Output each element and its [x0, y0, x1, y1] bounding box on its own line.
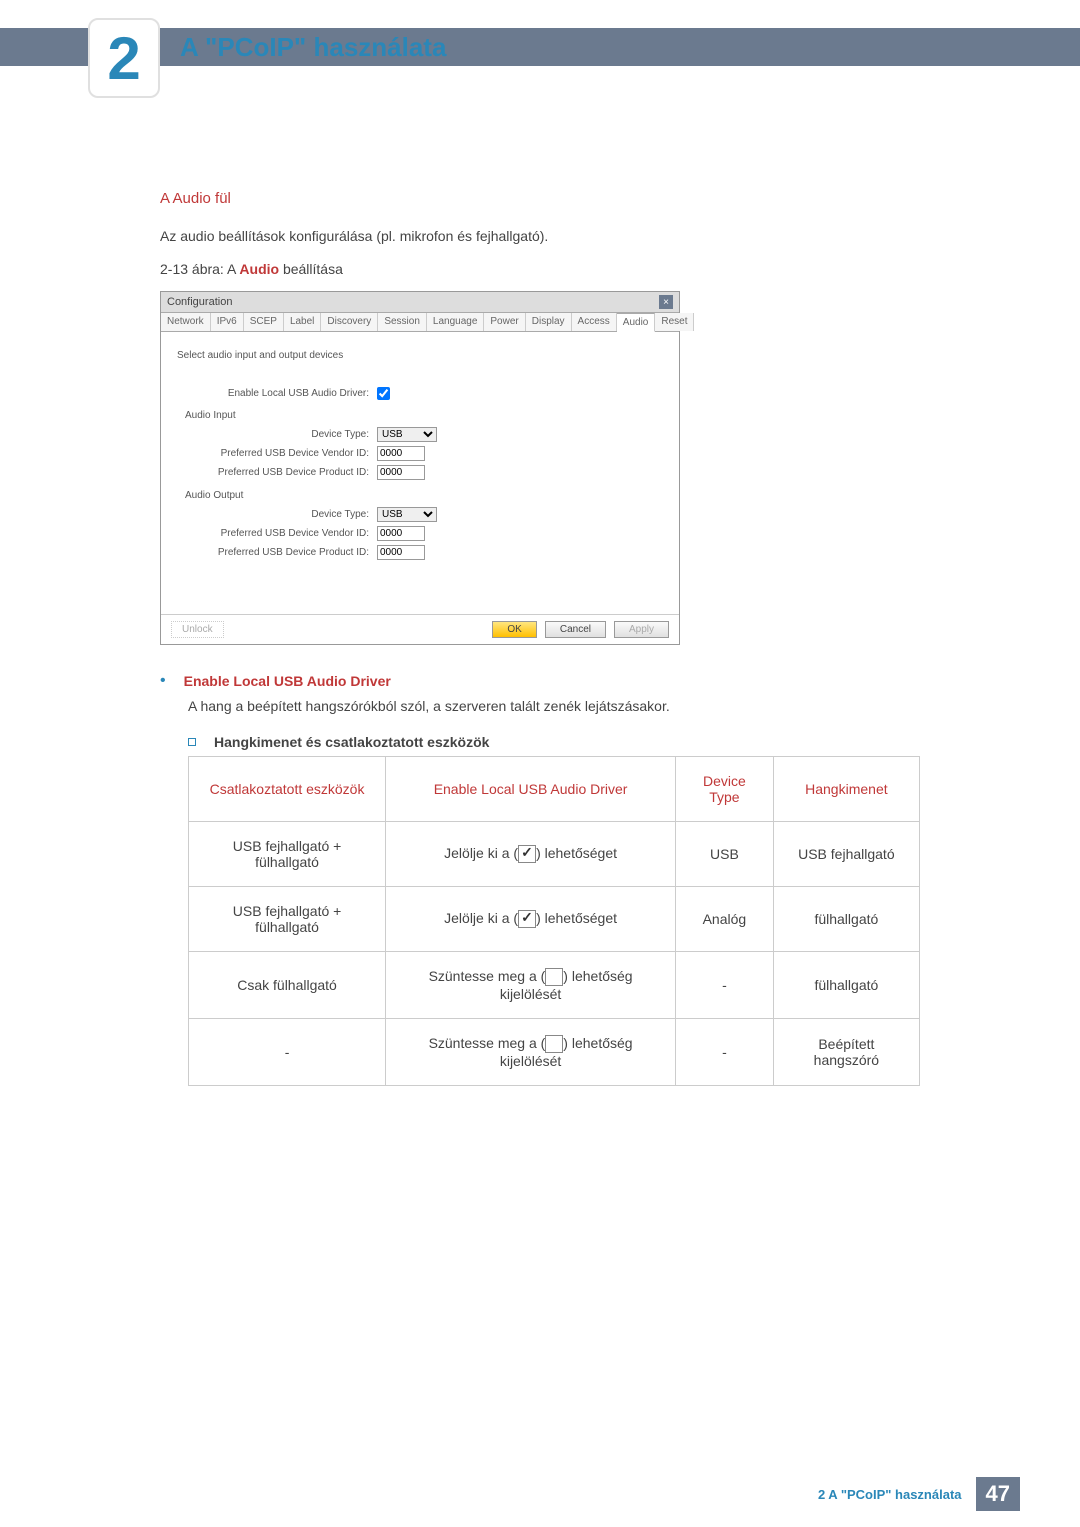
tab-access[interactable]: Access: [572, 313, 617, 331]
square-bullet-icon: [188, 738, 196, 746]
intro-text: Az audio beállítások konfigurálása (pl. …: [160, 225, 920, 247]
unlock-button[interactable]: Unlock: [171, 621, 224, 638]
figure-caption: 2-13 ábra: A Audio beállítása: [160, 261, 920, 277]
enable-local-usb-label: Enable Local USB Audio Driver:: [177, 388, 377, 399]
checkbox-unchecked-icon: [545, 968, 563, 986]
cell: USB fejhallgató + fülhallgató: [189, 821, 386, 886]
audio-input-heading: Audio Input: [185, 410, 663, 421]
input-device-type-select[interactable]: USB: [377, 427, 437, 442]
tab-reset[interactable]: Reset: [655, 313, 694, 331]
tab-scep[interactable]: SCEP: [244, 313, 284, 331]
caption-prefix: 2-13 ábra: A: [160, 261, 239, 277]
table-row: USB fejhallgató + fülhallgató Jelölje ki…: [189, 821, 920, 886]
output-device-type-label: Device Type:: [177, 509, 377, 520]
tab-discovery[interactable]: Discovery: [321, 313, 378, 331]
input-device-type-label: Device Type:: [177, 429, 377, 440]
close-icon[interactable]: ×: [659, 295, 673, 309]
output-device-type-select[interactable]: USB: [377, 507, 437, 522]
cell: USB: [676, 821, 774, 886]
checkbox-unchecked-icon: [545, 1035, 563, 1053]
apply-button[interactable]: Apply: [614, 621, 669, 638]
cell: fülhallgató: [773, 951, 919, 1018]
cell: USB fejhallgató + fülhallgató: [189, 886, 386, 951]
cell: Szüntesse meg a () lehetőség kijelölését: [386, 951, 676, 1018]
config-window: Configuration × Network IPv6 SCEP Label …: [160, 291, 680, 645]
cell: Szüntesse meg a () lehetőség kijelölését: [386, 1019, 676, 1086]
cancel-button[interactable]: Cancel: [545, 621, 606, 638]
checkbox-checked-icon: [518, 910, 536, 928]
output-vendor-id-field[interactable]: [377, 526, 425, 541]
chapter-header-bar: [0, 28, 1080, 66]
input-product-id-label: Preferred USB Device Product ID:: [177, 467, 377, 478]
output-product-id-field[interactable]: [377, 545, 425, 560]
cell: Jelölje ki a () lehetőséget: [386, 821, 676, 886]
tab-bar: Network IPv6 SCEP Label Discovery Sessio…: [161, 313, 679, 332]
footer-text: 2 A "PCoIP" használata: [818, 1487, 962, 1502]
enable-local-usb-checkbox[interactable]: [377, 387, 390, 400]
table-row: - Szüntesse meg a () lehetőség kijelölés…: [189, 1019, 920, 1086]
tab-ipv6[interactable]: IPv6: [211, 313, 244, 331]
cell: Beépített hangszóró: [773, 1019, 919, 1086]
checkbox-checked-icon: [518, 845, 536, 863]
caption-bold: Audio: [239, 261, 279, 277]
tab-language[interactable]: Language: [427, 313, 485, 331]
output-vendor-id-label: Preferred USB Device Vendor ID:: [177, 528, 377, 539]
cell: Analóg: [676, 886, 774, 951]
sub-item-title: Hangkimenet és csatlakoztatott eszközök: [214, 734, 489, 750]
page-number: 47: [976, 1477, 1020, 1511]
cell: Jelölje ki a () lehetőséget: [386, 886, 676, 951]
chapter-number: 2: [107, 24, 140, 93]
bullet-icon: •: [160, 673, 166, 689]
ok-button[interactable]: OK: [492, 621, 536, 638]
section-heading: A Audio fül: [160, 190, 920, 207]
select-devices-label: Select audio input and output devices: [177, 350, 663, 361]
tab-session[interactable]: Session: [378, 313, 427, 331]
tab-power[interactable]: Power: [484, 313, 525, 331]
cell: USB fejhallgató: [773, 821, 919, 886]
tab-audio[interactable]: Audio: [617, 313, 656, 332]
cell: -: [189, 1019, 386, 1086]
caption-suffix: beállítása: [279, 261, 343, 277]
cell: fülhallgató: [773, 886, 919, 951]
output-product-id-label: Preferred USB Device Product ID:: [177, 547, 377, 558]
cell: -: [676, 951, 774, 1018]
cell: -: [676, 1019, 774, 1086]
page-footer: 2 A "PCoIP" használata 47: [818, 1477, 1020, 1511]
device-table: Csatlakoztatott eszközök Enable Local US…: [188, 756, 920, 1087]
input-product-id-field[interactable]: [377, 465, 425, 480]
col-device-type: Device Type: [676, 756, 774, 821]
table-row: Csak fülhallgató Szüntesse meg a () lehe…: [189, 951, 920, 1018]
audio-output-heading: Audio Output: [185, 490, 663, 501]
enable-item-desc: A hang a beépített hangszórókból szól, a…: [188, 695, 920, 717]
table-header-row: Csatlakoztatott eszközök Enable Local US…: [189, 756, 920, 821]
tab-network[interactable]: Network: [161, 313, 211, 331]
col-connected: Csatlakoztatott eszközök: [189, 756, 386, 821]
input-vendor-id-label: Preferred USB Device Vendor ID:: [177, 448, 377, 459]
table-row: USB fejhallgató + fülhallgató Jelölje ki…: [189, 886, 920, 951]
col-output: Hangkimenet: [773, 756, 919, 821]
col-enable-driver: Enable Local USB Audio Driver: [386, 756, 676, 821]
tab-label[interactable]: Label: [284, 313, 321, 331]
cell: Csak fülhallgató: [189, 951, 386, 1018]
enable-item-title: Enable Local USB Audio Driver: [184, 673, 391, 689]
chapter-title: A "PCoIP" használata: [180, 32, 446, 63]
tab-display[interactable]: Display: [526, 313, 572, 331]
chapter-number-box: 2: [88, 18, 160, 98]
input-vendor-id-field[interactable]: [377, 446, 425, 461]
window-title: Configuration: [167, 296, 232, 308]
